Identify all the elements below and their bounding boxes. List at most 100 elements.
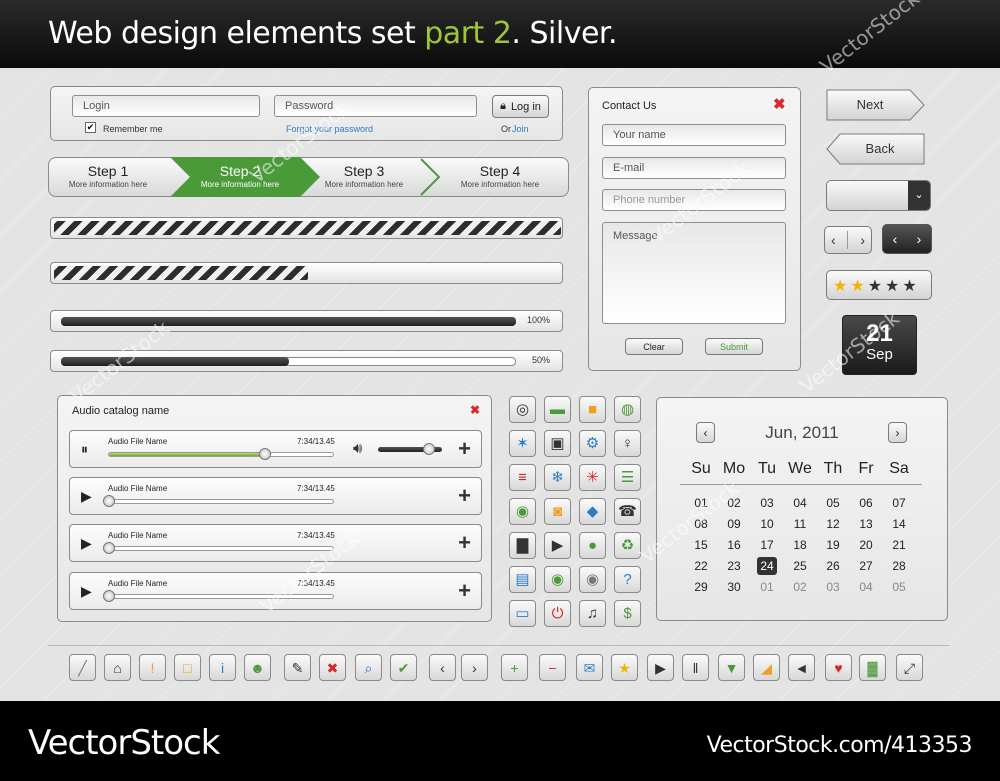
- password-field[interactable]: Password: [274, 95, 477, 117]
- contact-email-field[interactable]: E-mail: [602, 157, 786, 179]
- calendar-day[interactable]: 10: [752, 517, 782, 531]
- calendar-day[interactable]: 18: [785, 538, 815, 552]
- play-icon[interactable]: ▶︎: [81, 536, 92, 550]
- shield-icon[interactable]: ◙: [544, 498, 571, 525]
- snowflake-icon[interactable]: ❄: [544, 464, 571, 491]
- audio-close-icon[interactable]: ✖: [470, 403, 480, 418]
- add-icon[interactable]: +: [458, 438, 471, 460]
- dropdown-select[interactable]: ⌄: [826, 180, 931, 211]
- volume-icon[interactable]: 🔊︎: [353, 440, 362, 457]
- info-icon[interactable]: i: [209, 654, 236, 681]
- calendar-day[interactable]: 30: [719, 580, 749, 594]
- equalizer-icon[interactable]: ≡: [509, 464, 536, 491]
- calendar-day[interactable]: 29: [686, 580, 716, 594]
- tag-icon[interactable]: ◆: [579, 498, 606, 525]
- calendar-day[interactable]: 17: [752, 538, 782, 552]
- contact-message-field[interactable]: Message: [602, 222, 786, 324]
- calendar-day[interactable]: 22: [686, 559, 716, 573]
- trash-icon[interactable]: ▇: [509, 532, 536, 559]
- calendar-day[interactable]: 16: [719, 538, 749, 552]
- calendar-day[interactable]: 26: [818, 559, 848, 573]
- step-4[interactable]: Step 4 More information here: [450, 158, 550, 196]
- mail-icon[interactable]: ✉: [576, 654, 603, 681]
- minus-icon[interactable]: −: [539, 654, 566, 681]
- asterisk-icon[interactable]: ✳: [579, 464, 606, 491]
- clear-button[interactable]: Clear: [625, 338, 683, 355]
- login-button[interactable]: 🔒︎ Log in: [492, 95, 549, 118]
- join-link[interactable]: Join: [512, 124, 529, 134]
- folder-icon[interactable]: ■: [579, 396, 606, 423]
- globe-icon[interactable]: ◍: [614, 396, 641, 423]
- calendar-day[interactable]: 14: [884, 517, 914, 531]
- volume-knob[interactable]: [423, 443, 436, 455]
- check-icon[interactable]: ✔: [390, 654, 417, 681]
- music-icon[interactable]: ♫: [579, 600, 606, 627]
- pencil-icon[interactable]: ╱: [69, 654, 96, 681]
- calendar-day[interactable]: 06: [851, 496, 881, 510]
- chevron-right-icon[interactable]: ›: [860, 232, 865, 248]
- star-icon[interactable]: ★: [611, 654, 638, 681]
- star-icon[interactable]: ★: [868, 278, 885, 295]
- calendar-day[interactable]: 13: [851, 517, 881, 531]
- chart-icon[interactable]: ▓: [859, 654, 886, 681]
- eye-gray-icon[interactable]: ◉: [579, 566, 606, 593]
- calendar-day[interactable]: 05: [818, 496, 848, 510]
- step-2[interactable]: Step 2 More information here: [190, 158, 290, 196]
- power-icon[interactable]: ⏻: [544, 600, 571, 627]
- star-icon[interactable]: ★: [833, 278, 850, 295]
- calendar-next-button[interactable]: ›: [888, 422, 907, 443]
- track-progress-knob[interactable]: [103, 590, 115, 602]
- step-3[interactable]: Step 3 More information here: [314, 158, 414, 196]
- close-icon[interactable]: ✖: [319, 654, 346, 681]
- submit-button[interactable]: Submit: [705, 338, 763, 355]
- add-icon[interactable]: +: [458, 532, 471, 554]
- calendar-day[interactable]: 09: [719, 517, 749, 531]
- add-icon[interactable]: +: [458, 580, 471, 602]
- next-button[interactable]: Next: [826, 89, 914, 121]
- user-icon[interactable]: ☻: [244, 654, 271, 681]
- track-progress-knob[interactable]: [258, 448, 271, 460]
- chevron-left-icon[interactable]: ‹: [429, 654, 456, 681]
- calendar-day[interactable]: 03: [818, 580, 848, 594]
- chevron-right-icon[interactable]: ›: [461, 654, 488, 681]
- play-icon[interactable]: ▶︎: [81, 584, 92, 598]
- calendar-day[interactable]: 03: [752, 496, 782, 510]
- printer-icon[interactable]: ▤: [509, 566, 536, 593]
- calendar-day[interactable]: 05: [884, 580, 914, 594]
- eye-icon[interactable]: ◉: [544, 566, 571, 593]
- search-icon[interactable]: ⌕: [355, 654, 382, 681]
- pause-icon[interactable]: ⏸︎: [81, 442, 88, 456]
- volume-slider[interactable]: [378, 443, 442, 455]
- track-progress[interactable]: [108, 448, 334, 460]
- play-icon[interactable]: ▶: [647, 654, 674, 681]
- phone-icon[interactable]: ☎: [614, 498, 641, 525]
- track-progress[interactable]: [103, 542, 334, 554]
- calendar-day[interactable]: 23: [719, 559, 749, 573]
- contact-phone-field[interactable]: Phone number: [602, 189, 786, 211]
- calendar-day[interactable]: 20: [851, 538, 881, 552]
- cart-icon[interactable]: ☰: [614, 464, 641, 491]
- calendar-day[interactable]: 15: [686, 538, 716, 552]
- calendar-day[interactable]: 12: [818, 517, 848, 531]
- step-1[interactable]: Step 1 More information here: [58, 158, 158, 196]
- heart-icon[interactable]: ♥: [825, 654, 852, 681]
- play-icon[interactable]: ▶︎: [81, 489, 92, 503]
- calendar-day[interactable]: 19: [818, 538, 848, 552]
- back-button[interactable]: Back: [836, 133, 924, 165]
- calendar-day[interactable]: 01: [686, 496, 716, 510]
- pause-icon[interactable]: ‖: [682, 654, 709, 681]
- camera-icon[interactable]: ◉: [509, 498, 536, 525]
- calendar-day[interactable]: 27: [851, 559, 881, 573]
- star-icon[interactable]: ★: [885, 278, 902, 295]
- warning-icon[interactable]: !: [139, 654, 166, 681]
- track-progress[interactable]: [103, 495, 334, 507]
- calendar-day[interactable]: 02: [785, 580, 815, 594]
- login-field[interactable]: Login: [72, 95, 260, 117]
- microphone-icon[interactable]: ♀: [614, 430, 641, 457]
- chevron-left-icon[interactable]: ‹: [831, 232, 836, 248]
- calendar-day[interactable]: 28: [884, 559, 914, 573]
- rss-icon[interactable]: ◢: [753, 654, 780, 681]
- speaker-icon[interactable]: ◄: [788, 654, 815, 681]
- cd-icon[interactable]: ◎: [509, 396, 536, 423]
- dollar-icon[interactable]: $: [614, 600, 641, 627]
